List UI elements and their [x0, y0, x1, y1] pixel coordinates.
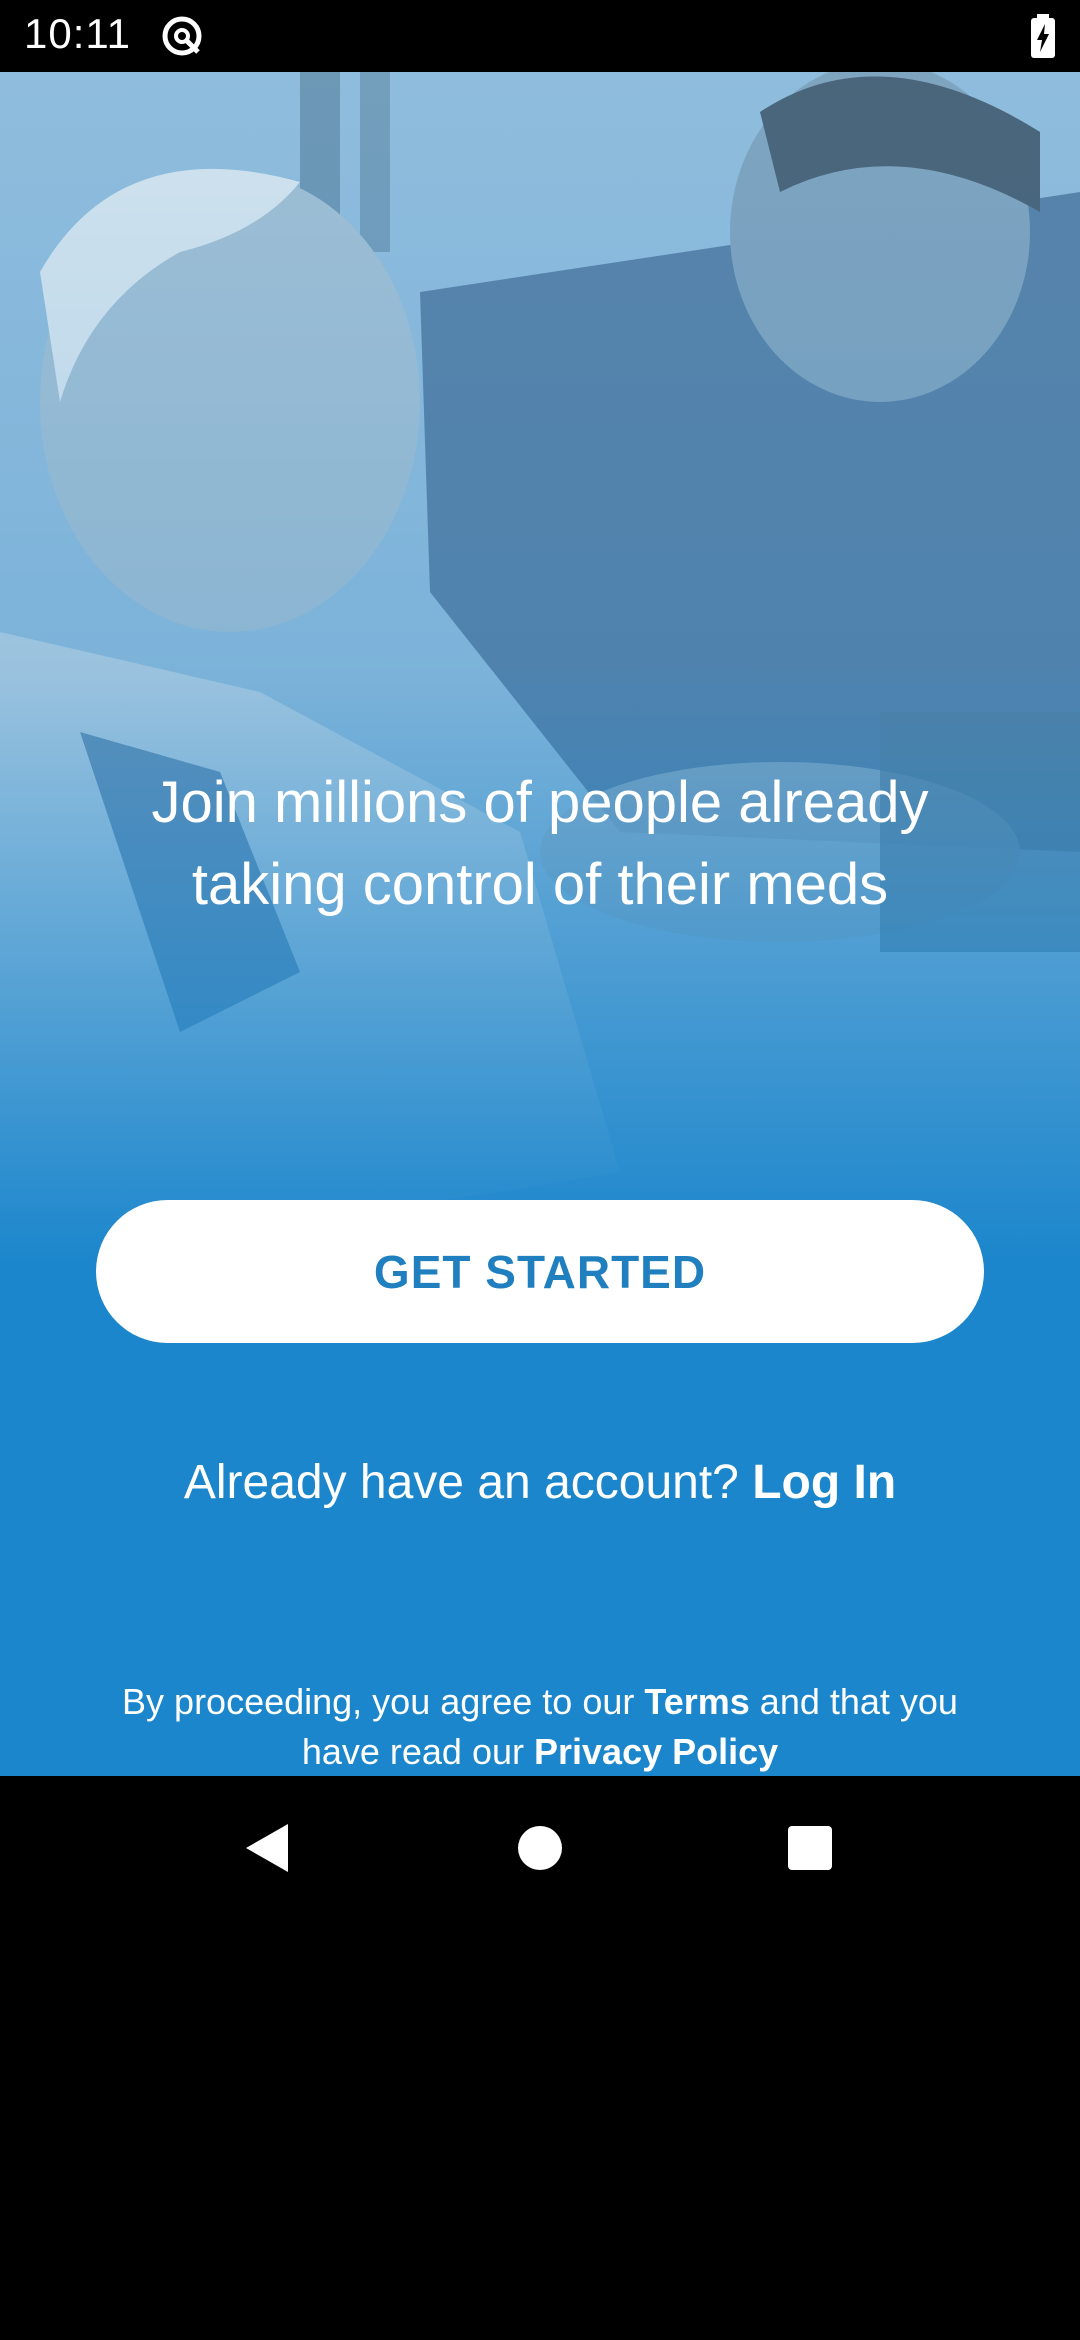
status-time: 10:11 [24, 10, 131, 57]
recent-square-icon[interactable] [778, 1816, 842, 1880]
battery-charging-icon [1031, 14, 1055, 58]
legal-notice: By proceeding, you agree to our Terms an… [100, 1677, 980, 1776]
login-prompt-text: Already have an account? [183, 1456, 739, 1509]
get-started-button[interactable]: GET STARTED [96, 1200, 984, 1343]
login-prompt: Already have an account? Log In [0, 1455, 1080, 1510]
legal-prefix: By proceeding, you agree to our [122, 1681, 635, 1722]
login-link[interactable]: Log In [752, 1456, 896, 1509]
system-nav-bar [0, 1776, 1080, 1920]
home-circle-icon[interactable] [508, 1816, 572, 1880]
terms-link[interactable]: Terms [644, 1681, 749, 1722]
privacy-policy-link[interactable]: Privacy Policy [534, 1731, 778, 1772]
status-bar: 10:11 [0, 0, 1080, 72]
headline: Join millions of people already taking c… [151, 770, 929, 917]
back-triangle-icon[interactable] [236, 1816, 300, 1880]
at-sign-circle-icon [162, 16, 202, 56]
hero-section: Join millions of people already taking c… [0, 72, 1080, 1776]
